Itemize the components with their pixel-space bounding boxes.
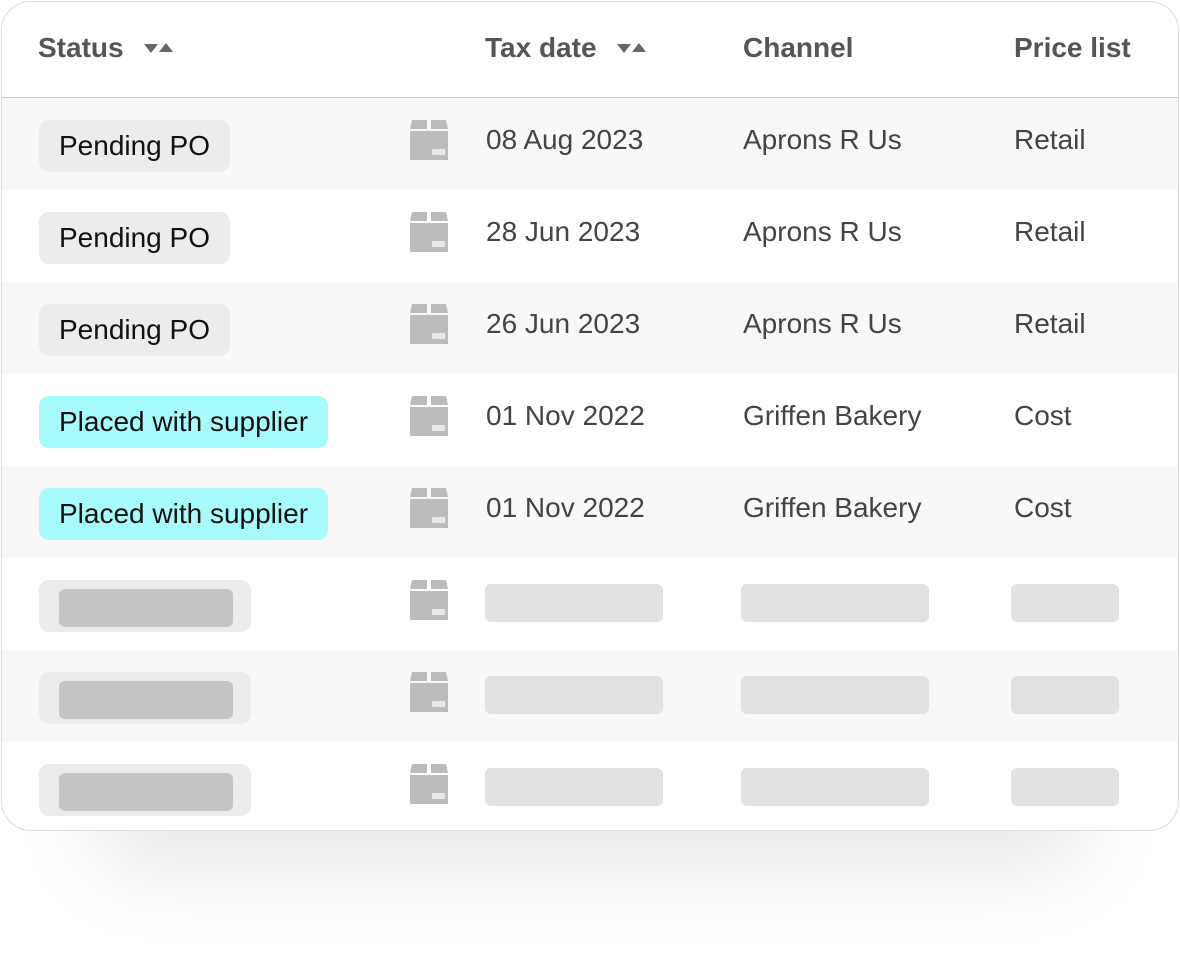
skeleton-bar — [59, 681, 233, 719]
tax-date-cell: 08 Aug 2023 — [486, 124, 644, 155]
tax-date-skeleton — [485, 768, 663, 806]
price-list-cell: Retail — [1014, 308, 1086, 339]
price-list-cell: Retail — [1014, 216, 1086, 247]
price-list-cell: Cost — [1014, 492, 1072, 523]
status-badge-skeleton — [39, 672, 251, 724]
status-badge: Pending PO — [39, 304, 230, 356]
channel-skeleton — [741, 676, 929, 714]
table-row[interactable]: Pending PO 28 Jun 2023 Aprons R Us Retail — [2, 190, 1178, 282]
column-header-label: Tax date — [485, 32, 597, 63]
column-header-label: Channel — [743, 32, 854, 63]
package-box-icon — [408, 304, 450, 344]
column-header-status[interactable]: Status — [38, 32, 173, 64]
tax-date-cell: 01 Nov 2022 — [486, 492, 645, 523]
status-badge: Placed with supplier — [39, 488, 329, 540]
channel-cell: Aprons R Us — [743, 216, 902, 247]
channel-skeleton — [741, 768, 929, 806]
package-box-icon — [408, 488, 450, 528]
loading-row[interactable] — [2, 558, 1178, 650]
skeleton-bar — [59, 773, 233, 811]
status-badge: Pending PO — [39, 212, 230, 264]
channel-cell: Aprons R Us — [743, 308, 902, 339]
column-header-label: Price list — [1014, 32, 1131, 63]
tax-date-skeleton — [485, 676, 663, 714]
tax-date-cell: 01 Nov 2022 — [486, 400, 645, 431]
package-box-icon — [408, 580, 450, 620]
table-header: Status Tax date Channel Price list — [2, 2, 1178, 98]
table-row[interactable]: Pending PO 08 Aug 2023 Aprons R Us Retail — [2, 98, 1178, 190]
table-row[interactable]: Placed with supplier 01 Nov 2022 Griffen … — [2, 466, 1178, 558]
channel-cell: Griffen Bakery — [743, 400, 922, 431]
package-box-icon — [408, 764, 450, 804]
loading-row[interactable] — [2, 742, 1178, 830]
package-box-icon — [408, 120, 450, 160]
status-badge: Pending PO — [39, 120, 230, 172]
status-badge-skeleton — [39, 764, 251, 816]
channel-cell: Griffen Bakery — [743, 492, 922, 523]
tax-date-cell: 26 Jun 2023 — [486, 308, 641, 339]
channel-cell: Aprons R Us — [743, 124, 902, 155]
status-badge: Placed with supplier — [39, 396, 329, 448]
package-box-icon — [408, 672, 450, 712]
orders-table: Status Tax date Channel Price list Pendi… — [1, 1, 1179, 831]
tax-date-cell: 28 Jun 2023 — [486, 216, 641, 247]
status-badge-skeleton — [39, 580, 251, 632]
price-list-cell: Retail — [1014, 124, 1086, 155]
skeleton-bar — [59, 589, 233, 627]
price-list-skeleton — [1011, 768, 1119, 806]
table-row[interactable]: Pending PO 26 Jun 2023 Aprons R Us Retail — [2, 282, 1178, 374]
package-box-icon — [408, 212, 450, 252]
price-list-skeleton — [1011, 584, 1119, 622]
channel-skeleton — [741, 584, 929, 622]
sort-icon[interactable] — [616, 42, 646, 53]
column-header-channel[interactable]: Channel — [743, 32, 853, 64]
table-row[interactable]: Placed with supplier 01 Nov 2022 Griffen … — [2, 374, 1178, 466]
price-list-cell: Cost — [1014, 400, 1072, 431]
tax-date-skeleton — [485, 584, 663, 622]
loading-row[interactable] — [2, 650, 1178, 742]
column-header-tax-date[interactable]: Tax date — [485, 32, 646, 64]
package-box-icon — [408, 396, 450, 436]
column-header-price-list[interactable]: Price list — [1014, 32, 1131, 64]
price-list-skeleton — [1011, 676, 1119, 714]
column-header-label: Status — [38, 32, 124, 63]
sort-icon[interactable] — [143, 42, 173, 53]
